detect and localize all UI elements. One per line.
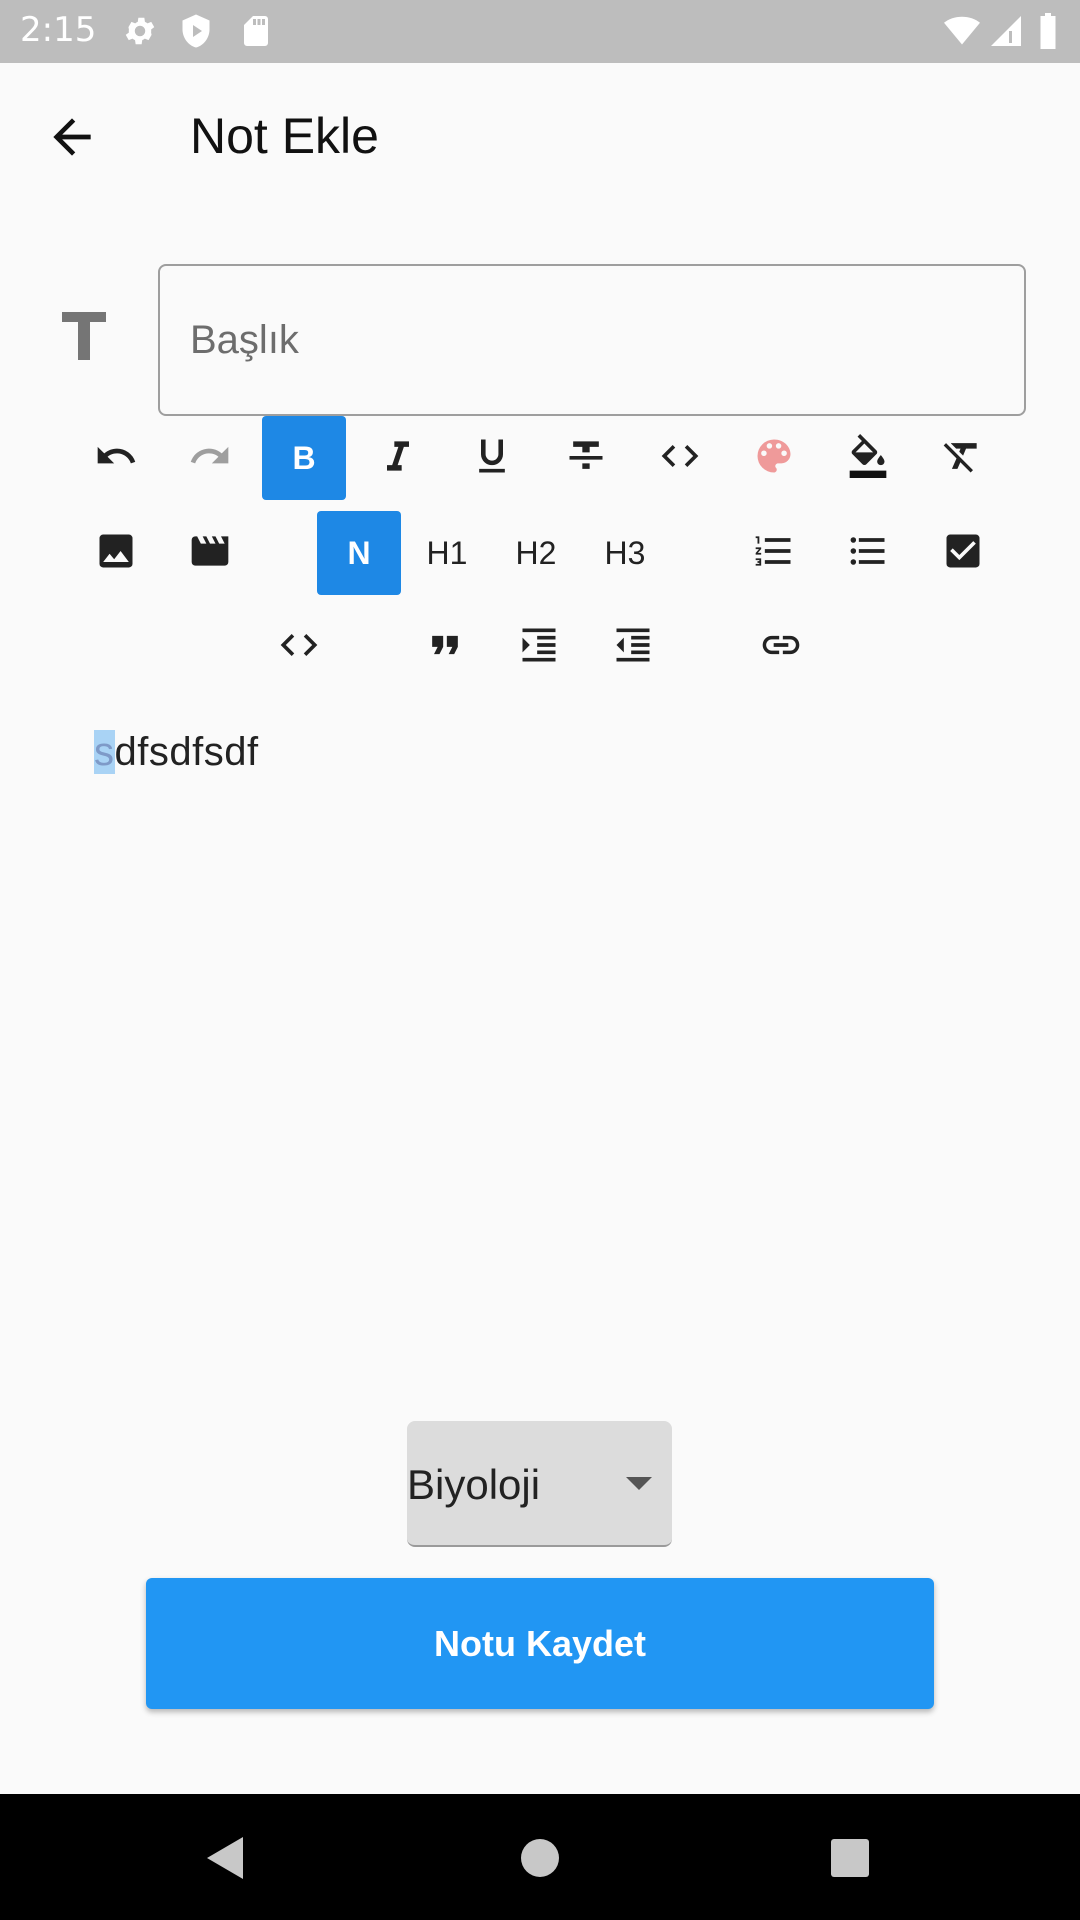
underline-button[interactable] <box>450 416 534 500</box>
strikethrough-button[interactable] <box>544 416 628 500</box>
italic-icon <box>376 434 420 483</box>
background-color-button[interactable] <box>826 416 910 500</box>
quote-button[interactable] <box>403 605 487 689</box>
dropdown-arrow-icon <box>624 1473 654 1493</box>
redo-icon <box>188 434 232 483</box>
battery-icon <box>1036 13 1060 49</box>
title-input[interactable] <box>160 266 1024 414</box>
normal-style-button[interactable]: N <box>317 511 401 595</box>
h2-button[interactable]: H2 <box>494 511 578 595</box>
h2-label: H2 <box>515 534 557 571</box>
h3-label: H3 <box>604 534 646 571</box>
code-icon <box>277 623 321 672</box>
h1-label: H1 <box>426 534 468 571</box>
bullet-list-icon <box>846 529 890 578</box>
palette-icon <box>752 434 796 483</box>
wifi-icon <box>942 13 982 49</box>
outdent-icon <box>611 623 655 672</box>
undo-button[interactable] <box>74 416 158 500</box>
back-triangle-icon[interactable] <box>205 1835 245 1881</box>
quote-icon <box>423 623 467 672</box>
nav-bar <box>0 1794 1080 1920</box>
settings-icon <box>122 13 158 49</box>
link-button[interactable] <box>739 605 823 689</box>
arrow-back-icon[interactable] <box>44 109 100 165</box>
editor-content[interactable]: sdfsdfsdf <box>94 730 259 775</box>
h3-button[interactable]: H3 <box>583 511 667 595</box>
checkbox-icon <box>941 529 985 578</box>
save-note-label: Notu Kaydet <box>433 1622 646 1664</box>
status-bar: 2:15 <box>0 0 1080 63</box>
indent-button[interactable] <box>497 605 581 689</box>
video-button[interactable] <box>168 511 252 595</box>
outdent-button[interactable] <box>591 605 675 689</box>
inline-code-button[interactable] <box>638 416 722 500</box>
status-time: 2:15 <box>20 10 97 50</box>
format-clear-icon <box>940 434 984 483</box>
h1-button[interactable]: H1 <box>405 511 489 595</box>
numbered-list-icon <box>752 529 796 578</box>
code-block-button[interactable] <box>257 605 341 689</box>
normal-label: N <box>347 534 371 571</box>
numbered-list-button[interactable] <box>732 511 816 595</box>
category-dropdown[interactable]: Biyoloji <box>407 1421 672 1547</box>
fill-color-icon <box>846 433 890 483</box>
image-icon <box>94 529 138 578</box>
shield-icon <box>178 13 214 49</box>
bold-button[interactable]: B <box>262 416 346 500</box>
dropdown-value: Biyoloji <box>407 1461 541 1508</box>
home-circle-icon[interactable] <box>520 1838 560 1878</box>
selected-char: s <box>94 730 115 774</box>
image-button[interactable] <box>74 511 158 595</box>
editor-text: dfsdfsdf <box>114 730 259 774</box>
indent-icon <box>517 623 561 672</box>
text-color-button[interactable] <box>732 416 816 500</box>
save-note-button[interactable]: Notu Kaydet <box>146 1578 934 1709</box>
text-t-icon <box>62 312 106 360</box>
recents-square-icon[interactable] <box>830 1838 870 1878</box>
undo-icon <box>94 434 138 483</box>
page-title: Not Ekle <box>190 108 379 164</box>
bullet-list-button[interactable] <box>826 511 910 595</box>
italic-button[interactable] <box>356 416 440 500</box>
redo-button[interactable] <box>168 416 252 500</box>
app-bar: Not Ekle <box>0 63 1080 210</box>
underline-icon <box>470 434 514 483</box>
cell-signal-icon <box>988 13 1024 49</box>
code-icon <box>658 434 702 483</box>
strikethrough-icon <box>564 434 608 483</box>
bold-label: B <box>292 439 316 476</box>
clear-format-button[interactable] <box>920 416 1004 500</box>
link-icon <box>759 623 803 672</box>
checklist-button[interactable] <box>921 511 1005 595</box>
title-field[interactable] <box>158 264 1026 416</box>
sd-card-icon <box>238 13 274 49</box>
movie-icon <box>188 529 232 578</box>
